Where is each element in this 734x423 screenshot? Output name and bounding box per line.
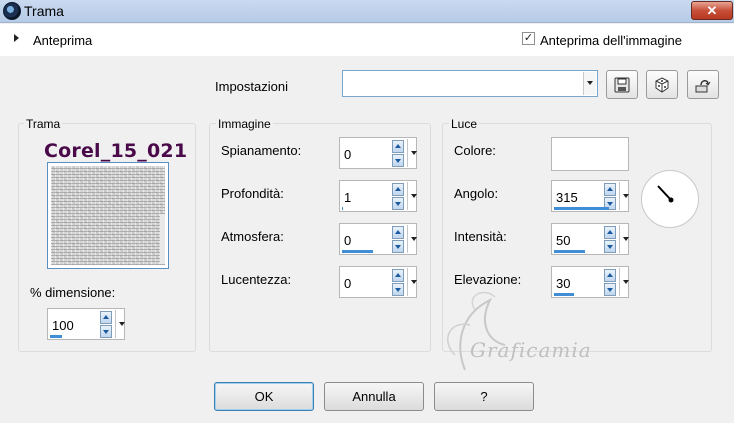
random-button[interactable] [646, 70, 678, 99]
ambience-down-icon[interactable] [392, 240, 404, 253]
texture-group-title: Trama [24, 117, 63, 131]
elevation-up-icon[interactable] [604, 269, 616, 282]
ambience-label: Atmosfera: [221, 229, 284, 244]
intensity-menu-icon[interactable] [623, 237, 629, 241]
image-group-title: Immagine [216, 117, 273, 131]
color-label: Colore: [454, 143, 496, 158]
size-value[interactable]: 100 [52, 318, 74, 333]
ambience-spinner[interactable]: 0 [339, 223, 417, 255]
reset-button[interactable] [687, 70, 719, 99]
shininess-value[interactable]: 0 [344, 276, 351, 291]
depth-menu-icon[interactable] [411, 194, 417, 198]
app-icon [3, 2, 21, 20]
angle-spinner[interactable]: 315 [551, 180, 629, 212]
window-title: Trama [24, 3, 64, 19]
size-menu-icon[interactable] [119, 322, 125, 326]
size-label: % dimensione: [30, 285, 116, 300]
angle-up-icon[interactable] [604, 183, 616, 196]
shininess-up-icon[interactable] [392, 269, 404, 282]
reset-icon [695, 80, 711, 93]
depth-value[interactable]: 1 [344, 190, 351, 205]
texture-thumbnail[interactable] [47, 162, 169, 269]
elevation-menu-icon[interactable] [623, 280, 629, 284]
save-icon [614, 77, 630, 93]
light-color-swatch[interactable] [551, 137, 629, 171]
size-spinner[interactable]: 100 [47, 308, 125, 340]
texture-preview-image [51, 166, 165, 265]
title-bar: Trama ✕ [0, 0, 734, 23]
smoothing-value[interactable]: 0 [344, 147, 351, 162]
smoothing-down-icon[interactable] [392, 154, 404, 167]
image-preview-label: Anteprima dell'immagine [540, 33, 682, 48]
smoothing-spinner[interactable]: 0 [339, 137, 417, 169]
settings-label: Impostazioni [215, 79, 288, 94]
settings-dropdown[interactable] [342, 70, 598, 97]
intensity-down-icon[interactable] [604, 240, 616, 253]
shininess-down-icon[interactable] [392, 283, 404, 296]
texture-name: Corel_15_021 [44, 140, 188, 162]
preview-toggle-label[interactable]: Anteprima [33, 33, 92, 48]
angle-menu-icon[interactable] [623, 194, 629, 198]
shininess-spinner[interactable]: 0 [339, 266, 417, 298]
intensity-value[interactable]: 50 [556, 233, 570, 248]
preview-bar: Anteprima ✓ Anteprima dell'immagine [0, 24, 734, 56]
cancel-button[interactable]: Annulla [324, 382, 424, 411]
depth-label: Profondità: [221, 186, 284, 201]
smoothing-up-icon[interactable] [392, 140, 404, 153]
intensity-label: Intensità: [454, 229, 507, 244]
depth-down-icon[interactable] [392, 197, 404, 210]
depth-up-icon[interactable] [392, 183, 404, 196]
ambience-up-icon[interactable] [392, 226, 404, 239]
angle-dial[interactable] [641, 170, 699, 228]
light-group-title: Luce [449, 117, 480, 131]
size-level-bar [50, 335, 62, 338]
watermark-text: Graficamia [470, 338, 592, 362]
size-down-icon[interactable] [100, 325, 112, 338]
depth-spinner[interactable]: 1 [339, 180, 417, 212]
angle-level-bar [554, 207, 609, 210]
ambience-menu-icon[interactable] [411, 237, 417, 241]
intensity-spinner[interactable]: 50 [551, 223, 629, 255]
shininess-menu-icon[interactable] [411, 280, 417, 284]
smoothing-menu-icon[interactable] [411, 151, 417, 155]
texture-scrollbar[interactable] [160, 214, 165, 264]
close-button[interactable]: ✕ [691, 1, 733, 20]
image-preview-checkbox[interactable]: ✓ [522, 32, 535, 45]
intensity-level-bar [554, 250, 585, 253]
ambience-value[interactable]: 0 [344, 233, 351, 248]
settings-dropdown-arrow[interactable] [583, 72, 596, 95]
angle-label: Angolo: [454, 186, 499, 201]
ok-button[interactable]: OK [214, 382, 314, 411]
smoothing-label: Spianamento: [221, 143, 302, 158]
intensity-up-icon[interactable] [604, 226, 616, 239]
angle-needle-icon [657, 185, 674, 203]
random-icon [655, 77, 669, 93]
angle-value[interactable]: 315 [556, 190, 578, 205]
expand-caret-icon[interactable] [14, 34, 19, 42]
shininess-label: Lucentezza: [221, 272, 292, 287]
save-preset-button[interactable] [606, 70, 638, 99]
depth-level-bar [342, 207, 343, 210]
help-button[interactable]: ? [434, 382, 534, 411]
ambience-level-bar [342, 250, 373, 253]
size-up-icon[interactable] [100, 311, 112, 324]
